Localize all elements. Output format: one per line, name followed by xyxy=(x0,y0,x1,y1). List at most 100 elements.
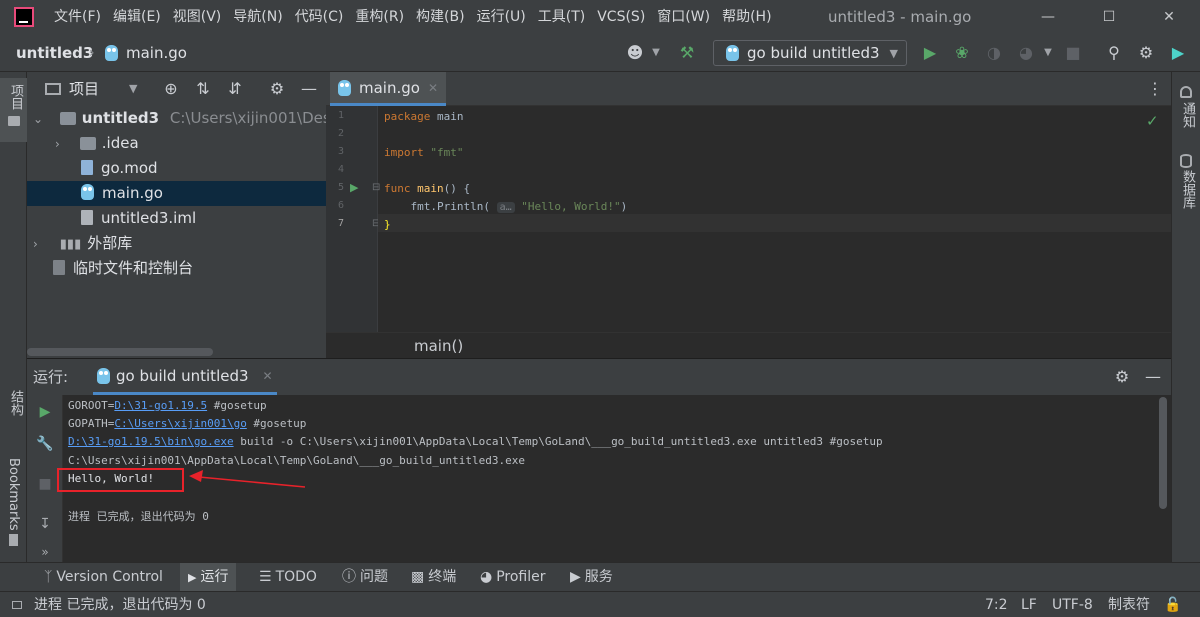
status-indent[interactable]: 制表符 xyxy=(1108,592,1150,617)
menu-file[interactable]: 文件(F) xyxy=(54,0,101,34)
notifications-tool-button[interactable]: 通知 xyxy=(1178,102,1197,128)
profiler-icon: ◕ xyxy=(480,569,493,585)
search-icon[interactable]: ⚲ xyxy=(1103,42,1125,64)
tool-todo[interactable]: ☰ TODO xyxy=(259,563,317,592)
stop-icon[interactable]: ■ xyxy=(1062,42,1084,64)
menu-refactor[interactable]: 重构(R) xyxy=(355,0,404,34)
toolbox-icon[interactable]: ▶ xyxy=(1167,42,1189,64)
run-panel-label: 运行: xyxy=(33,368,69,386)
go-file-icon xyxy=(81,184,94,200)
tree-item-project-root[interactable]: ⌄ untitled3 C:\Users\xijin001\Deskto xyxy=(27,106,326,131)
chevron-down-icon: ▼ xyxy=(129,82,138,95)
status-panel-icon[interactable] xyxy=(12,601,22,609)
menu-build[interactable]: 构建(B) xyxy=(416,0,465,34)
tool-profiler[interactable]: ◕ Profiler xyxy=(480,563,546,592)
collapse-all-icon[interactable]: ⇵ xyxy=(224,78,246,100)
more-run-dropdown-icon[interactable]: ▼ xyxy=(1037,42,1059,64)
tool-services[interactable]: ▶ 服务 xyxy=(570,563,613,592)
user-icon[interactable]: ☻ xyxy=(624,42,646,64)
menu-code[interactable]: 代码(C) xyxy=(295,0,344,34)
run-tool-window: 运行: go build untitled3 ✕ ⚙ — ▶ 🔧 ■ ↧ » G… xyxy=(27,358,1171,563)
structure-tool-button[interactable]: 结构 xyxy=(6,390,25,416)
settings-gear-icon[interactable]: ⚙ xyxy=(1135,42,1157,64)
coverage-icon[interactable]: ◑ xyxy=(983,42,1005,64)
tool-terminal[interactable]: ▩ 终端 xyxy=(411,563,456,592)
run-icon[interactable]: ▶ xyxy=(919,42,941,64)
run-tab-label: go build untitled3 xyxy=(116,366,249,385)
menu-window[interactable]: 窗口(W) xyxy=(657,0,710,34)
chevron-right-icon: › xyxy=(55,137,60,151)
bookmarks-tool-button[interactable]: Bookmarks xyxy=(6,458,21,531)
project-tool-button[interactable]: 项目 xyxy=(6,84,25,110)
code-line-3[interactable]: import "fmt" xyxy=(384,146,464,159)
console-vertical-scrollbar[interactable] xyxy=(1159,397,1167,509)
stop-icon[interactable]: ■ xyxy=(36,475,54,493)
maximize-icon[interactable]: ☐ xyxy=(1091,0,1127,34)
tool-run[interactable]: ▶ 运行 xyxy=(180,563,237,592)
status-caret-position[interactable]: 7:2 xyxy=(985,592,1008,617)
code-line-7[interactable]: } xyxy=(384,218,391,231)
breadcrumb-project[interactable]: untitled3 xyxy=(16,34,93,72)
code-line-5[interactable]: func main() { xyxy=(384,182,470,195)
tree-item-go-mod[interactable]: go.mod xyxy=(27,156,326,181)
profile-icon[interactable]: ◕ xyxy=(1015,42,1037,64)
tree-item-scratches[interactable]: 临时文件和控制台 xyxy=(27,256,326,281)
run-panel-hide-icon[interactable]: — xyxy=(1142,366,1164,388)
goroot-link[interactable]: D:\31-go1.19.5 xyxy=(114,399,207,412)
run-gutter-icon[interactable]: ▶ xyxy=(350,181,358,194)
wrench-icon[interactable]: 🔧 xyxy=(36,435,54,453)
build-hammer-icon[interactable]: ⚒ xyxy=(676,42,698,64)
locate-target-icon[interactable]: ⊕ xyxy=(160,78,182,100)
rerun-icon[interactable]: ▶ xyxy=(36,403,54,421)
tool-problems[interactable]: ⓘ 问题 xyxy=(342,563,388,592)
project-panel: 项目 ▼ ⊕ ⇅ ⇵ ⚙ — ⌄ untitled3 C:\Users\xiji… xyxy=(27,72,326,358)
breadcrumb-file[interactable]: main.go xyxy=(126,34,187,72)
go-exe-link[interactable]: D:\31-go1.19.5\bin\go.exe xyxy=(68,435,234,448)
database-tool-button[interactable]: 数据库 xyxy=(1178,170,1197,209)
minimize-icon[interactable]: — xyxy=(1030,0,1066,34)
debug-bug-icon[interactable]: ❀ xyxy=(951,42,973,64)
go-file-icon xyxy=(105,45,118,65)
run-configuration-select[interactable]: go build untitled3 ▼ xyxy=(713,40,907,66)
menu-vcs[interactable]: VCS(S) xyxy=(597,0,645,34)
expand-all-icon[interactable]: ⇅ xyxy=(192,78,214,100)
run-panel-settings-gear-icon[interactable]: ⚙ xyxy=(1111,366,1133,388)
console-line-build: D:\31-go1.19.5\bin\go.exe build -o C:\Us… xyxy=(68,435,883,448)
project-panel-title: 项目 xyxy=(69,80,100,98)
status-line-separator[interactable]: LF xyxy=(1021,592,1037,617)
fold-icon[interactable]: ⊟ xyxy=(372,182,380,193)
close-icon[interactable]: ✕ xyxy=(1151,0,1187,34)
tree-item-iml[interactable]: untitled3.iml xyxy=(27,206,326,231)
tree-item-label: untitled3.iml xyxy=(101,209,197,227)
run-tab-close-icon[interactable]: ✕ xyxy=(263,369,273,383)
console-line-exe: C:\Users\xijin001\AppData\Local\Temp\GoL… xyxy=(68,454,525,467)
code-line-6[interactable]: fmt.Println( a… "Hello, World!") xyxy=(384,200,627,213)
user-dropdown-icon[interactable]: ▼ xyxy=(645,42,667,64)
status-encoding[interactable]: UTF-8 xyxy=(1052,592,1093,617)
breadcrumb-function[interactable]: main() xyxy=(414,333,463,359)
more-actions-icon[interactable]: » xyxy=(36,543,54,561)
panel-settings-gear-icon[interactable]: ⚙ xyxy=(266,78,288,100)
tool-version-control[interactable]: ᛉ Version Control xyxy=(44,563,163,592)
code-line-1[interactable]: package main xyxy=(384,110,463,123)
tree-item-main-go[interactable]: main.go xyxy=(27,181,326,206)
tree-item-external-libraries[interactable]: › ▮▮▮ 外部库 xyxy=(27,231,326,256)
tab-close-icon[interactable]: ✕ xyxy=(428,81,438,95)
lock-icon[interactable]: 🔓 xyxy=(1164,592,1181,617)
no-problems-check-icon[interactable]: ✓ xyxy=(1146,112,1159,130)
menu-edit[interactable]: 编辑(E) xyxy=(113,0,161,34)
hide-panel-icon[interactable]: — xyxy=(298,78,320,100)
tab-main-go[interactable]: main.go ✕ xyxy=(330,72,447,106)
run-tab-go-build[interactable]: go build untitled3 ✕ xyxy=(93,359,277,395)
menu-help[interactable]: 帮助(H) xyxy=(722,0,771,34)
project-view-selector[interactable]: 项目 ▼ xyxy=(45,72,137,106)
scroll-to-end-icon[interactable]: ↧ xyxy=(36,515,54,533)
menu-view[interactable]: 视图(V) xyxy=(173,0,222,34)
project-horizontal-scrollbar[interactable] xyxy=(27,348,213,356)
more-options-icon[interactable]: ⋮ xyxy=(1144,78,1166,100)
menu-run[interactable]: 运行(U) xyxy=(477,0,526,34)
tree-item-idea[interactable]: › .idea xyxy=(27,131,326,156)
menu-tools[interactable]: 工具(T) xyxy=(538,0,585,34)
menu-navigate[interactable]: 导航(N) xyxy=(233,0,282,34)
gopath-link[interactable]: C:\Users\xijin001\go xyxy=(114,417,246,430)
